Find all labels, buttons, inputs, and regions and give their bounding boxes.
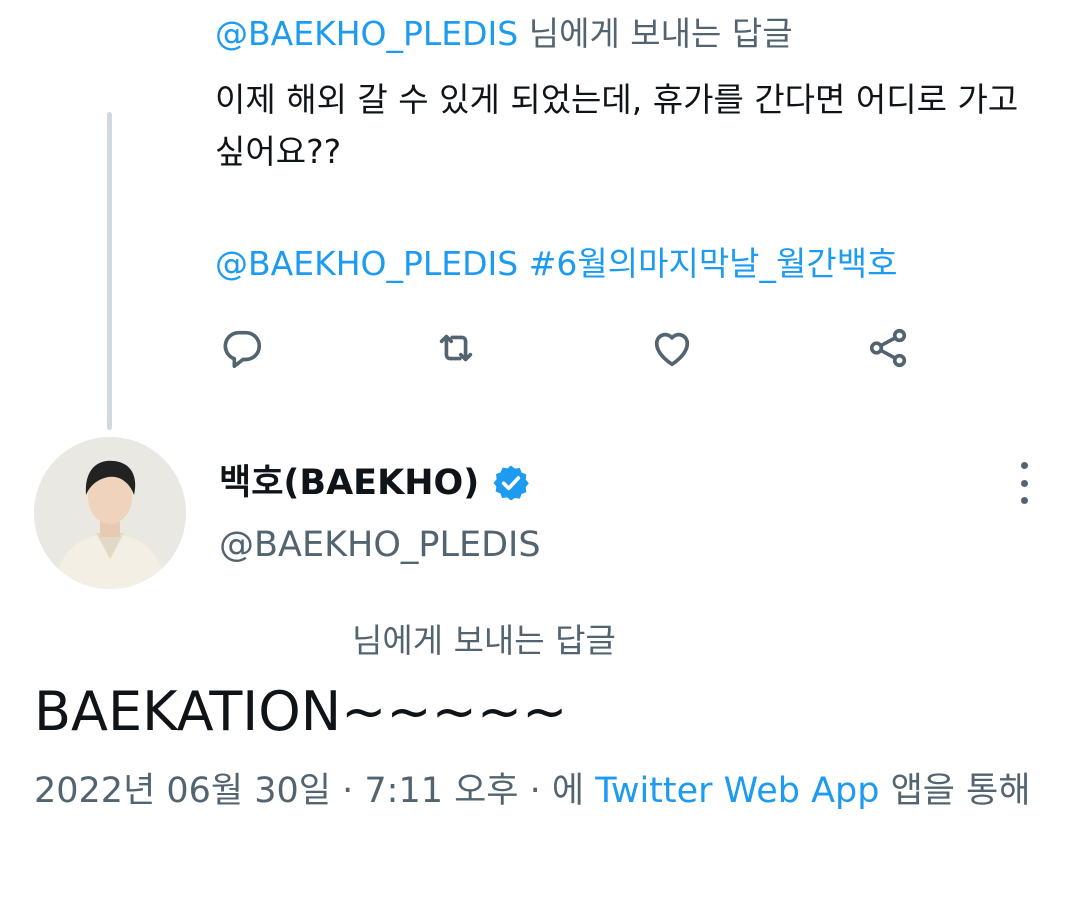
mention-link[interactable]: @BAEKHO_PLEDIS xyxy=(215,244,518,283)
share-button[interactable] xyxy=(862,322,914,374)
retweet-icon xyxy=(439,334,473,362)
retweet-button[interactable] xyxy=(430,322,482,374)
verified-badge-icon xyxy=(493,465,530,501)
reply-icon xyxy=(223,330,262,369)
parent-tweet-text-line2: 싶어요?? xyxy=(215,132,342,171)
avatar[interactable] xyxy=(34,437,186,589)
source-app-link[interactable]: Twitter Web App xyxy=(595,771,879,811)
author-name-row: 백호(BAEKHO) xyxy=(219,458,531,508)
source-prefix: 에 xyxy=(551,771,596,811)
tweet-metadata: 2022년 06월 30일 · 7:11 오후 · 에 Twitter Web … xyxy=(34,766,1034,816)
share-icon xyxy=(869,328,907,368)
more-icon-dot xyxy=(1020,479,1028,487)
heart-icon xyxy=(654,332,690,367)
meta-separator: · xyxy=(518,771,552,811)
thread-connector-line xyxy=(107,112,112,430)
like-button[interactable] xyxy=(646,322,698,374)
replying-to-mention-link[interactable]: @BAEKHO_PLEDIS xyxy=(215,14,518,53)
tweet-text: BAEKATION~~~~~ xyxy=(34,680,568,743)
avatar-photo xyxy=(34,437,186,589)
more-icon-dot xyxy=(1020,497,1028,504)
reply-button[interactable] xyxy=(216,322,268,374)
parent-tweet-text: 이제 해외 갈 수 있게 되었는데, 휴가를 간다면 어디로 가고 싶어요?? xyxy=(215,74,1045,178)
parent-tweet-links: @BAEKHO_PLEDIS #6월의마지막날_월간백호 xyxy=(215,242,897,286)
replying-to-label: 님에게 보내는 답글 xyxy=(518,14,793,53)
meta-separator: · xyxy=(331,771,365,811)
more-icon-dot xyxy=(1020,462,1028,469)
tweet-date[interactable]: 2022년 06월 30일 xyxy=(34,771,331,811)
more-options-button[interactable] xyxy=(1008,462,1040,504)
display-name[interactable]: 백호(BAEKHO) xyxy=(219,458,479,508)
author-handle[interactable]: @BAEKHO_PLEDIS xyxy=(219,520,541,570)
tweet-time[interactable]: 7:11 오후 xyxy=(364,771,518,811)
source-suffix: 앱을 통해 xyxy=(879,771,1031,811)
parent-tweet-text-line1: 이제 해외 갈 수 있게 되었는데, 휴가를 간다면 어디로 가고 xyxy=(215,80,1019,119)
hashtag-link[interactable]: #6월의마지막날_월간백호 xyxy=(529,244,898,283)
parent-replying-to: @BAEKHO_PLEDIS 님에게 보내는 답글 xyxy=(215,12,793,56)
replying-to-label: 님에게 보내는 답글 xyxy=(352,621,616,660)
